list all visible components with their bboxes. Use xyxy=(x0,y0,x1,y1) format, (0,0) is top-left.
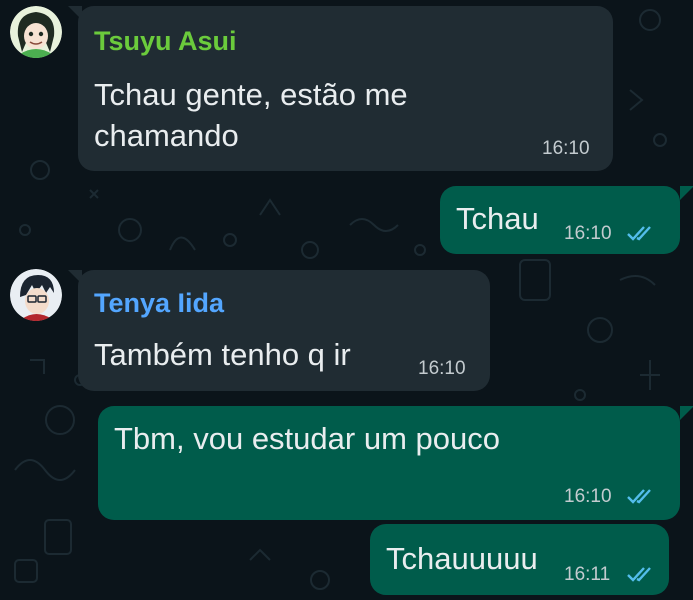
message-bubble-outgoing[interactable]: Tchauuuuu 16:11 xyxy=(370,524,669,595)
message-text: chamando xyxy=(94,118,239,153)
bubble-tail xyxy=(680,186,693,200)
tenya-avatar-icon[interactable] xyxy=(10,269,62,321)
message-time: 16:10 xyxy=(542,138,590,159)
message-time: 16:10 xyxy=(564,486,612,507)
message-text: Também tenho q ir xyxy=(94,337,351,372)
message-time: 16:11 xyxy=(564,564,611,585)
read-receipt-icon xyxy=(627,567,651,582)
read-receipt-icon xyxy=(627,226,651,241)
sender-name: Tsuyu Asui xyxy=(94,26,237,56)
message-time: 16:10 xyxy=(418,358,466,379)
message-text: Tbm, vou estudar um pouco xyxy=(114,421,500,456)
message-time: 16:10 xyxy=(564,223,612,244)
read-receipt-icon xyxy=(627,489,651,504)
bubble-tail xyxy=(680,406,693,420)
message-bubble-incoming[interactable]: Tenya Iida Também tenho q ir 16:10 xyxy=(78,270,490,391)
message-bubble-outgoing[interactable]: Tbm, vou estudar um pouco 16:10 xyxy=(98,406,680,520)
message-text: Tchau xyxy=(456,201,539,236)
message-bubble-outgoing[interactable]: Tchau 16:10 xyxy=(440,186,680,254)
message-bubble-incoming[interactable]: Tsuyu Asui Tchau gente, estão me chamand… xyxy=(78,6,613,171)
tsuyu-avatar-icon[interactable] xyxy=(10,6,62,58)
sender-name: Tenya Iida xyxy=(94,288,225,318)
message-text: Tchauuuuu xyxy=(386,541,538,576)
message-text: Tchau gente, estão me xyxy=(94,77,408,112)
